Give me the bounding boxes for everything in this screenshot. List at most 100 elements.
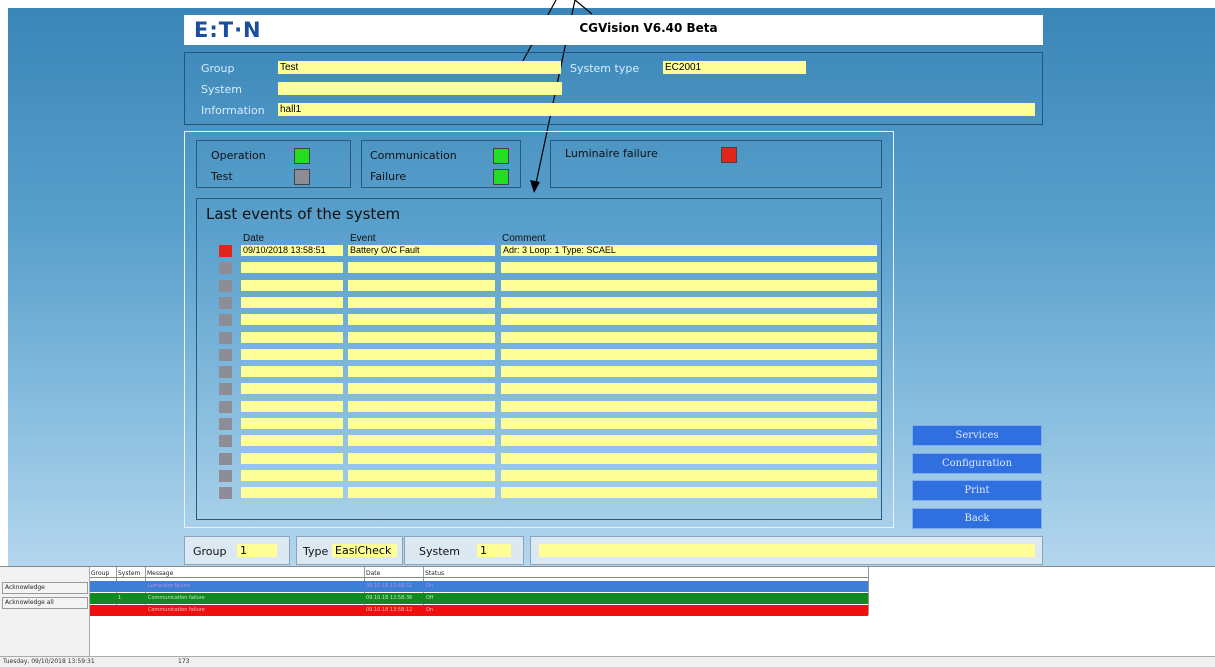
event-row [197,452,883,465]
event-date-cell [241,314,343,326]
operation-indicator [294,148,310,164]
event-row [197,383,883,396]
back-button[interactable]: Back [912,508,1042,529]
event-date-cell [241,279,343,291]
event-event-cell [348,366,495,378]
event-row [197,400,883,413]
bottom-system-label: System [419,545,461,558]
alarm-row[interactable]: 1 Communication failure 09.10.18 13:58:36 O… [90,593,868,604]
bottom-type-cell: Type EasiCheck [296,536,403,565]
top-margin [8,0,1215,8]
event-comment-cell [501,366,877,378]
system-info-panel: Group Test System type EC2001 System Inf… [184,52,1043,125]
event-comment-cell [501,469,877,481]
event-state-indicator [219,418,232,430]
event-state-indicator [219,348,232,361]
event-row [197,314,883,327]
event-row [197,262,883,275]
event-row [197,279,883,292]
date-column-header: Date [243,233,265,244]
acknowledge-button[interactable]: Acknowledge [2,582,88,594]
event-event-cell [348,383,495,395]
luminaire-failure-label: Luminaire failure [565,147,658,160]
app-header: E:T·N CGVision V6.40 Beta [184,15,1043,45]
last-events-title: Last events of the system [206,205,401,223]
event-row: 09/10/2018 13:58:51 Battery O/C Fault Adr:… [197,245,883,257]
last-events-panel: Last events of the system Date Event Com… [196,198,882,520]
group-label: Group [201,62,235,75]
alarm-message-cell: Communication failure [148,607,205,613]
event-state-indicator [219,366,232,379]
communication-status-box: Communication Failure [361,140,521,188]
event-comment-cell [501,314,877,326]
bottom-group-cell: Group 1 [184,536,290,565]
event-comment-cell [501,400,877,412]
event-event-cell: Battery O/C Fault [348,245,495,256]
event-event-cell [348,469,495,481]
services-button[interactable]: Services [912,425,1042,446]
event-date-cell: 09/10/2018 13:58:51 [241,245,343,256]
event-event-cell [348,262,495,274]
system-field[interactable] [278,82,562,95]
operation-status-box: Operation Test [196,140,351,188]
bottom-system-cell: System 1 [404,536,524,565]
event-event-cell [348,435,495,447]
information-field[interactable]: hall1 [278,103,1035,116]
bottom-type-label: Type [303,545,329,558]
alarm-date-header: Date [366,570,381,577]
event-state-indicator [219,435,232,448]
event-event-cell [348,279,495,291]
event-date-cell [241,469,343,481]
alarm-system-cell: 1 [118,595,122,601]
operation-label: Operation [211,149,266,162]
luminaire-status-box: Luminaire failure [550,140,882,188]
event-comment-cell [501,418,877,429]
alarm-row[interactable]: Communication failure 09.10.18 13:58:12 On [90,605,868,616]
system-label: System [201,83,243,96]
event-column-header: Event [350,233,376,244]
event-comment-cell: Adr: 3 Loop: 1 Type: SCAEL [501,245,877,256]
event-event-cell [348,487,495,499]
acknowledge-all-button[interactable]: Acknowledge all [2,597,88,609]
comment-column-header: Comment [502,233,546,244]
event-comment-cell [501,279,877,291]
acknowledge-column: Acknowledge Acknowledge all [0,567,90,657]
event-row [197,348,883,361]
bottom-group-value: 1 [237,544,277,557]
event-row [197,469,883,482]
bottom-info-bar: Group 1 Type EasiCheck System 1 [184,536,1043,565]
alarm-status-header: Status [425,570,445,577]
alarm-row[interactable]: Luminaire failure 09.10.18 13:58:51 On [90,581,868,592]
event-date-cell [241,400,343,412]
print-button[interactable]: Print [912,480,1042,501]
event-state-indicator [219,400,232,413]
alarm-message-header: Message [147,570,174,577]
event-date-cell [241,366,343,378]
alarm-date-cell: 09.10.18 13:58:12 [366,607,413,613]
system-type-label: System type [570,62,640,75]
alarm-header-divider [90,577,868,578]
event-date-cell [241,331,343,343]
configuration-button[interactable]: Configuration [912,453,1042,474]
event-event-cell [348,296,495,308]
event-date-cell [241,418,343,429]
system-type-field[interactable]: EC2001 [663,61,806,74]
alarm-date-cell: 09.10.18 13:58:51 [366,583,413,589]
alarm-status-cell: On [426,583,434,589]
status-datetime: Tuesday, 09/10/2018 13:59:31 [3,658,95,665]
alarm-col-divider [868,567,869,615]
event-state-indicator [219,279,232,292]
bottom-message-value [539,544,1035,557]
test-label: Test [211,170,233,183]
event-comment-cell [501,296,877,308]
event-event-cell [348,452,495,464]
event-row [197,331,883,344]
alarm-date-cell: 09.10.18 13:58:36 [366,595,413,601]
alarm-status-cell: Off [426,595,434,601]
bottom-message-cell [530,536,1043,565]
bottom-system-value: 1 [477,544,511,557]
group-field[interactable]: Test [278,61,561,74]
event-comment-cell [501,262,877,274]
event-state-indicator [219,296,232,309]
event-comment-cell [501,452,877,464]
